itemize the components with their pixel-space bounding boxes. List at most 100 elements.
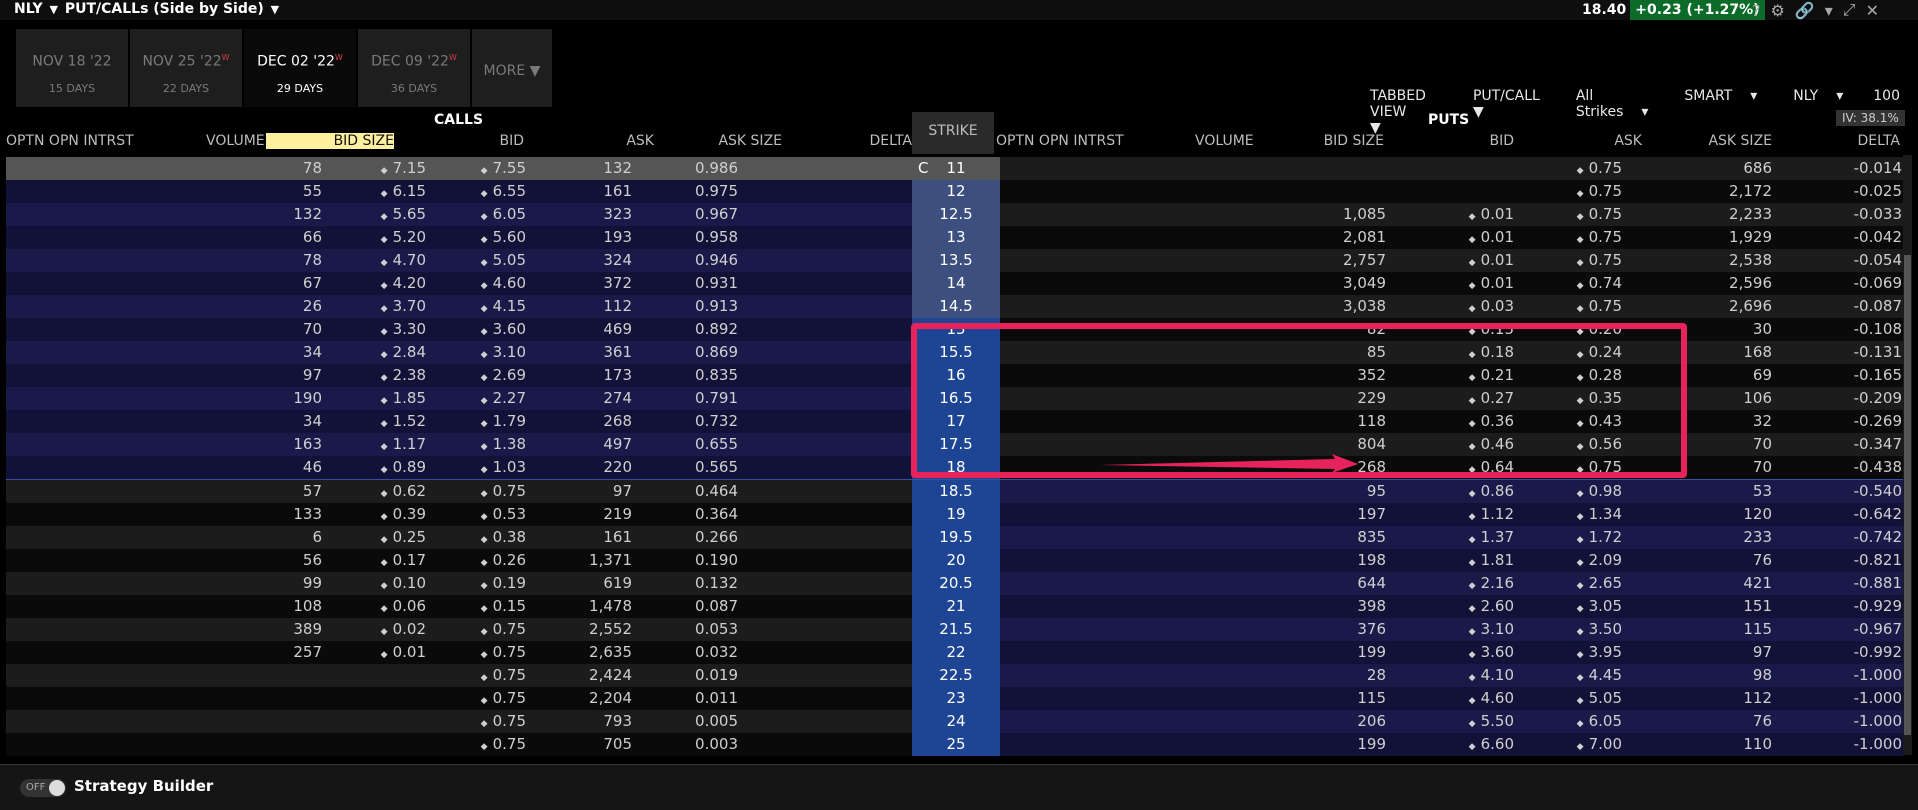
call-ask-size[interactable]: 132 <box>603 157 632 180</box>
chevron-down-icon[interactable]: ▼ <box>49 3 57 16</box>
put-ask-size[interactable]: 2,696 <box>1729 295 1772 318</box>
put-ask-size[interactable]: 168 <box>1743 341 1772 364</box>
strike-cell[interactable]: 21 <box>912 595 1000 618</box>
put-bid-size[interactable]: 835 <box>1357 526 1386 549</box>
strike-cell[interactable]: C 11 <box>912 157 1000 180</box>
strike-cell[interactable]: 19.5 <box>912 526 1000 549</box>
table-row[interactable]: ◆ 0.75 705 0.003 199 ◆ 6.60 ◆ 7.00 110 -1.000 25 <box>6 733 1904 756</box>
put-volume-header[interactable]: VOLUME <box>1195 133 1254 149</box>
strike-cell[interactable]: 20 <box>912 549 1000 572</box>
call-delta[interactable]: 0.946 <box>695 249 738 272</box>
call-bid-size[interactable]: 190 <box>293 387 322 410</box>
put-bid[interactable]: ◆ 6.60 <box>1469 733 1514 759</box>
expand-icon[interactable]: ⤢ <box>1843 0 1856 20</box>
put-bid-size[interactable]: 2,757 <box>1343 249 1386 272</box>
call-ask-size[interactable]: 274 <box>603 387 632 410</box>
table-row[interactable]: ◆ 0.75 2,424 0.019 28 ◆ 4.10 ◆ 4.45 98 -1.000 22.5 <box>6 664 1904 687</box>
table-row[interactable]: 99 ◆ 0.10 ◆ 0.19 619 0.132 644 ◆ 2.16 ◆ 2.65 421 -0.8… <box>6 572 1904 595</box>
call-ask-size[interactable]: 2,552 <box>589 618 632 641</box>
put-ask-size[interactable]: 30 <box>1753 318 1772 341</box>
call-delta[interactable]: 0.967 <box>695 203 738 226</box>
put-delta[interactable]: -1.000 <box>1854 710 1902 733</box>
putcall-selector[interactable]: PUT/CALL ▼ <box>1473 88 1558 136</box>
put-delta[interactable]: -0.033 <box>1854 203 1902 226</box>
call-ask[interactable]: ◆ 1.03 <box>481 456 526 482</box>
put-bid-size[interactable]: 198 <box>1357 549 1386 572</box>
strike-cell[interactable]: 12.5 <box>912 203 1000 226</box>
put-ask-size[interactable]: 53 <box>1753 480 1772 503</box>
put-ask-size[interactable]: 97 <box>1753 641 1772 664</box>
call-delta[interactable]: 0.190 <box>695 549 738 572</box>
put-ask-size[interactable]: 70 <box>1753 433 1772 456</box>
table-row[interactable]: 67 ◆ 4.20 ◆ 4.60 372 0.931 3,049 ◆ 0.01 ◆ 0.74 2,596… <box>6 272 1904 295</box>
call-oi-header[interactable]: OPTN OPN INTRST <box>6 133 134 149</box>
put-delta[interactable]: -0.929 <box>1854 595 1902 618</box>
put-delta[interactable]: -0.821 <box>1854 549 1902 572</box>
call-delta[interactable]: 0.655 <box>695 433 738 456</box>
call-ask-size[interactable]: 705 <box>603 733 632 756</box>
call-bid-size[interactable]: 132 <box>293 203 322 226</box>
put-bid-size[interactable]: 3,038 <box>1343 295 1386 318</box>
call-bid-size[interactable]: 55 <box>303 180 322 203</box>
put-asksize-header[interactable]: ASK SIZE <box>1690 133 1772 149</box>
tab-expiry-0[interactable]: NOV 18 '22 15 DAYS <box>16 29 128 107</box>
table-row[interactable]: 78 ◆ 4.70 ◆ 5.05 324 0.946 2,757 ◆ 0.01 ◆ 0.75 2,538… <box>6 249 1904 272</box>
put-ask-size[interactable]: 115 <box>1743 618 1772 641</box>
put-ask-size[interactable]: 421 <box>1743 572 1772 595</box>
call-delta[interactable]: 0.732 <box>695 410 738 433</box>
table-row[interactable]: 132 ◆ 5.65 ◆ 6.05 323 0.967 1,085 ◆ 0.01 ◆ 0.75 2,23… <box>6 203 1904 226</box>
put-ask-size[interactable]: 112 <box>1743 687 1772 710</box>
put-bid-size[interactable]: 199 <box>1357 641 1386 664</box>
call-ask-size[interactable]: 2,635 <box>589 641 632 664</box>
put-ask-size[interactable]: 98 <box>1753 664 1772 687</box>
tab-expiry-3[interactable]: DEC 09 '22W 36 DAYS <box>358 29 470 107</box>
call-ask-size[interactable]: 469 <box>603 318 632 341</box>
table-row[interactable]: 133 ◆ 0.39 ◆ 0.53 219 0.364 197 ◆ 1.12 ◆ 1.34 120 -0.… <box>6 503 1904 526</box>
call-bid-size[interactable]: 56 <box>303 549 322 572</box>
table-row[interactable]: ◆ 0.75 793 0.005 206 ◆ 5.50 ◆ 6.05 76 -1.000 24 <box>6 710 1904 733</box>
table-row[interactable]: 57 ◆ 0.62 ◆ 0.75 97 0.464 95 ◆ 0.86 ◆ 0.98 53 -0.540 1… <box>6 480 1904 503</box>
put-delta[interactable]: -0.347 <box>1854 433 1902 456</box>
strike-cell[interactable]: 21.5 <box>912 618 1000 641</box>
close-icon[interactable]: ✕ <box>1866 1 1879 20</box>
put-ask-size[interactable]: 69 <box>1753 364 1772 387</box>
put-delta-header[interactable]: DELTA <box>1840 133 1900 149</box>
put-delta[interactable]: -0.209 <box>1854 387 1902 410</box>
put-delta[interactable]: -0.438 <box>1854 456 1902 479</box>
put-ask-size[interactable]: 1,929 <box>1729 226 1772 249</box>
put-delta[interactable]: -0.054 <box>1854 249 1902 272</box>
table-row[interactable]: 56 ◆ 0.17 ◆ 0.26 1,371 0.190 198 ◆ 1.81 ◆ 2.09 76 -0.… <box>6 549 1904 572</box>
call-ask-size[interactable]: 193 <box>603 226 632 249</box>
call-delta[interactable]: 0.975 <box>695 180 738 203</box>
call-ask-size[interactable]: 2,204 <box>589 687 632 710</box>
put-delta[interactable]: -1.000 <box>1854 733 1902 756</box>
strike-cell[interactable]: 22 <box>912 641 1000 664</box>
call-bid-size[interactable]: 78 <box>303 249 322 272</box>
call-delta[interactable]: 0.869 <box>695 341 738 364</box>
call-delta[interactable]: 0.986 <box>695 157 738 180</box>
call-ask-size[interactable]: 793 <box>603 710 632 733</box>
call-delta[interactable]: 0.132 <box>695 572 738 595</box>
table-row[interactable]: 389 ◆ 0.02 ◆ 0.75 2,552 0.053 376 ◆ 3.10 ◆ 3.50 115-… <box>6 618 1904 641</box>
call-ask-size[interactable]: 619 <box>603 572 632 595</box>
tab-expiry-2[interactable]: DEC 02 '22W 29 DAYS <box>244 29 356 107</box>
call-bidsize-header[interactable]: BID SIZE <box>266 133 394 149</box>
strikes-selector[interactable]: All Strikes ▾ <box>1576 88 1667 136</box>
scrollbar-thumb[interactable] <box>1904 255 1911 735</box>
table-row[interactable]: 55 ◆ 6.15 ◆ 6.55 161 0.975 ◆ 0.75 2,172 -0.025 12 <box>6 180 1904 203</box>
call-delta[interactable]: 0.835 <box>695 364 738 387</box>
call-ask-size[interactable]: 112 <box>603 295 632 318</box>
vertical-scrollbar[interactable] <box>1903 155 1912 755</box>
call-delta[interactable]: 0.032 <box>695 641 738 664</box>
help-icon[interactable]: ? <box>1752 1 1761 20</box>
table-row[interactable]: 78 ◆ 7.15 ◆ 7.55 132 0.986 ◆ 0.75 686 -0.014 C 11 <box>6 157 1904 180</box>
put-delta[interactable]: -0.642 <box>1854 503 1902 526</box>
put-delta[interactable]: -1.000 <box>1854 687 1902 710</box>
put-ask-size[interactable]: 686 <box>1743 157 1772 180</box>
strike-cell[interactable]: 14 <box>912 272 1000 295</box>
strike-cell[interactable]: 19 <box>912 503 1000 526</box>
call-ask-size[interactable]: 497 <box>603 433 632 456</box>
table-row[interactable]: ◆ 0.75 2,204 0.011 115 ◆ 4.60 ◆ 5.05 112 -1.000 23 <box>6 687 1904 710</box>
call-bid-size[interactable]: 133 <box>293 503 322 526</box>
put-bid-size[interactable]: 398 <box>1357 595 1386 618</box>
